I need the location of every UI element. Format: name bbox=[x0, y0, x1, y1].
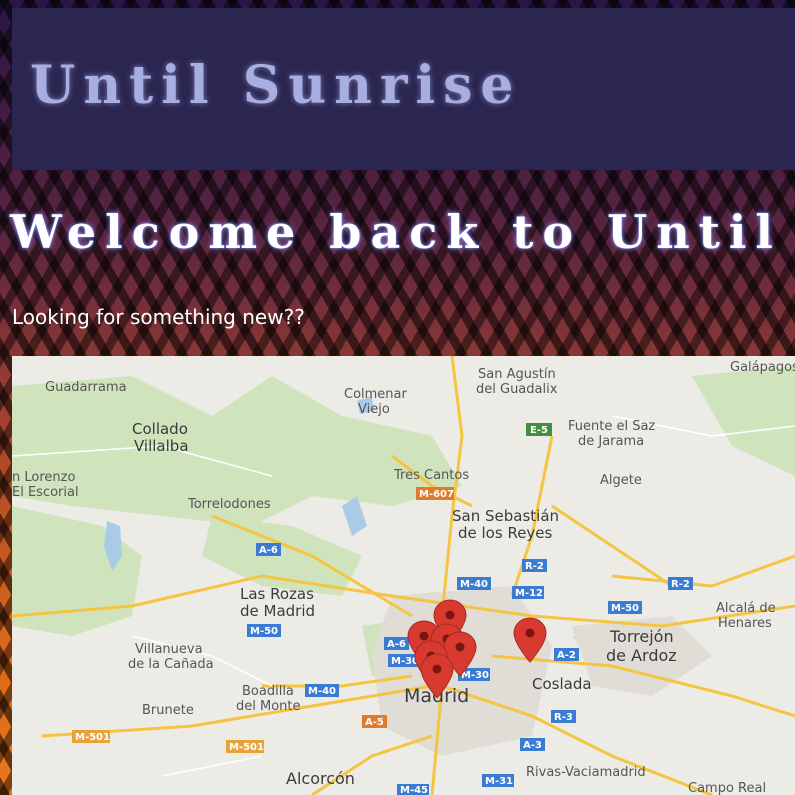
place-lorenzo-1: n Lorenzo bbox=[12, 470, 75, 485]
road-label-m50-1: M-50 bbox=[250, 626, 278, 637]
road-label-e5: E-5 bbox=[530, 425, 548, 436]
place-san-agustin-1: San Agustín bbox=[478, 367, 556, 382]
road-label-m31: M-31 bbox=[485, 776, 513, 787]
place-campo-real: Campo Real bbox=[688, 781, 766, 795]
place-fuente-2: de Jarama bbox=[578, 434, 644, 449]
place-coslada: Coslada bbox=[532, 675, 592, 693]
site-title[interactable]: Until Sunrise bbox=[30, 55, 521, 116]
place-galapagos: Galápagos bbox=[730, 360, 795, 375]
place-rivas: Rivas-Vaciamadrid bbox=[526, 765, 646, 780]
place-torrejon-1: Torrejón bbox=[609, 627, 674, 646]
place-sanse-1: San Sebastián bbox=[452, 507, 559, 525]
road-label-m501-1: M-501 bbox=[75, 732, 110, 743]
road-label-m12: M-12 bbox=[515, 588, 543, 599]
place-collado-1: Collado bbox=[132, 420, 188, 438]
place-boadilla-1: Boadilla bbox=[242, 684, 294, 699]
place-rozas-2: de Madrid bbox=[240, 602, 315, 620]
place-lorenzo-2: El Escorial bbox=[12, 485, 79, 500]
road-label-m50-2: M-50 bbox=[611, 603, 639, 614]
place-villanueva-1: Villanueva bbox=[135, 642, 203, 657]
road-label-m30-2: M-30 bbox=[461, 670, 489, 681]
road-label-a2: A-2 bbox=[557, 650, 576, 661]
place-sanse-2: de los Reyes bbox=[458, 524, 553, 542]
place-tres-cantos: Tres Cantos bbox=[393, 468, 469, 483]
place-collado-2: Villalba bbox=[134, 437, 189, 455]
road-label-a5: A-5 bbox=[365, 717, 384, 728]
place-colmenar-1: Colmenar bbox=[344, 387, 408, 402]
place-colmenar-2: Viejo bbox=[358, 402, 390, 417]
welcome-subtitle: Looking for something new?? bbox=[12, 305, 305, 329]
road-label-r2-1: R-2 bbox=[525, 561, 544, 572]
place-brunete: Brunete bbox=[142, 703, 194, 718]
welcome-heading: Welcome back to Until bbox=[10, 205, 782, 259]
place-alcala-2: Henares bbox=[718, 616, 772, 631]
place-guadarrama: Guadarrama bbox=[45, 380, 127, 395]
road-label-r2-2: R-2 bbox=[671, 579, 690, 590]
place-algete: Algete bbox=[600, 473, 642, 488]
place-torrelodones: Torrelodones bbox=[187, 497, 271, 512]
road-label-m45: M-45 bbox=[400, 785, 428, 795]
place-alcala-1: Alcalá de bbox=[716, 601, 776, 616]
road-label-m40-2: M-40 bbox=[308, 686, 336, 697]
road-label-m607: M-607 bbox=[419, 489, 454, 500]
road-label-a6-2: A-6 bbox=[387, 639, 406, 650]
venue-map[interactable]: Guadarrama Colmenar Viejo San Agustín de… bbox=[12, 356, 795, 795]
place-alcorcon: Alcorcón bbox=[286, 769, 355, 788]
place-rozas-1: Las Rozas bbox=[240, 585, 314, 603]
road-label-a3: A-3 bbox=[523, 740, 542, 751]
road-label-a6-1: A-6 bbox=[259, 545, 278, 556]
road-label-r3: R-3 bbox=[554, 712, 573, 723]
road-label-m40-1: M-40 bbox=[460, 579, 488, 590]
place-villanueva-2: de la Cañada bbox=[128, 657, 214, 672]
place-san-agustin-2: del Guadalix bbox=[476, 382, 558, 397]
place-torrejon-2: de Ardoz bbox=[606, 646, 677, 665]
place-fuente-1: Fuente el Saz bbox=[568, 419, 655, 434]
place-boadilla-2: del Monte bbox=[236, 699, 301, 714]
road-label-m501-2: M-501 bbox=[229, 742, 264, 753]
